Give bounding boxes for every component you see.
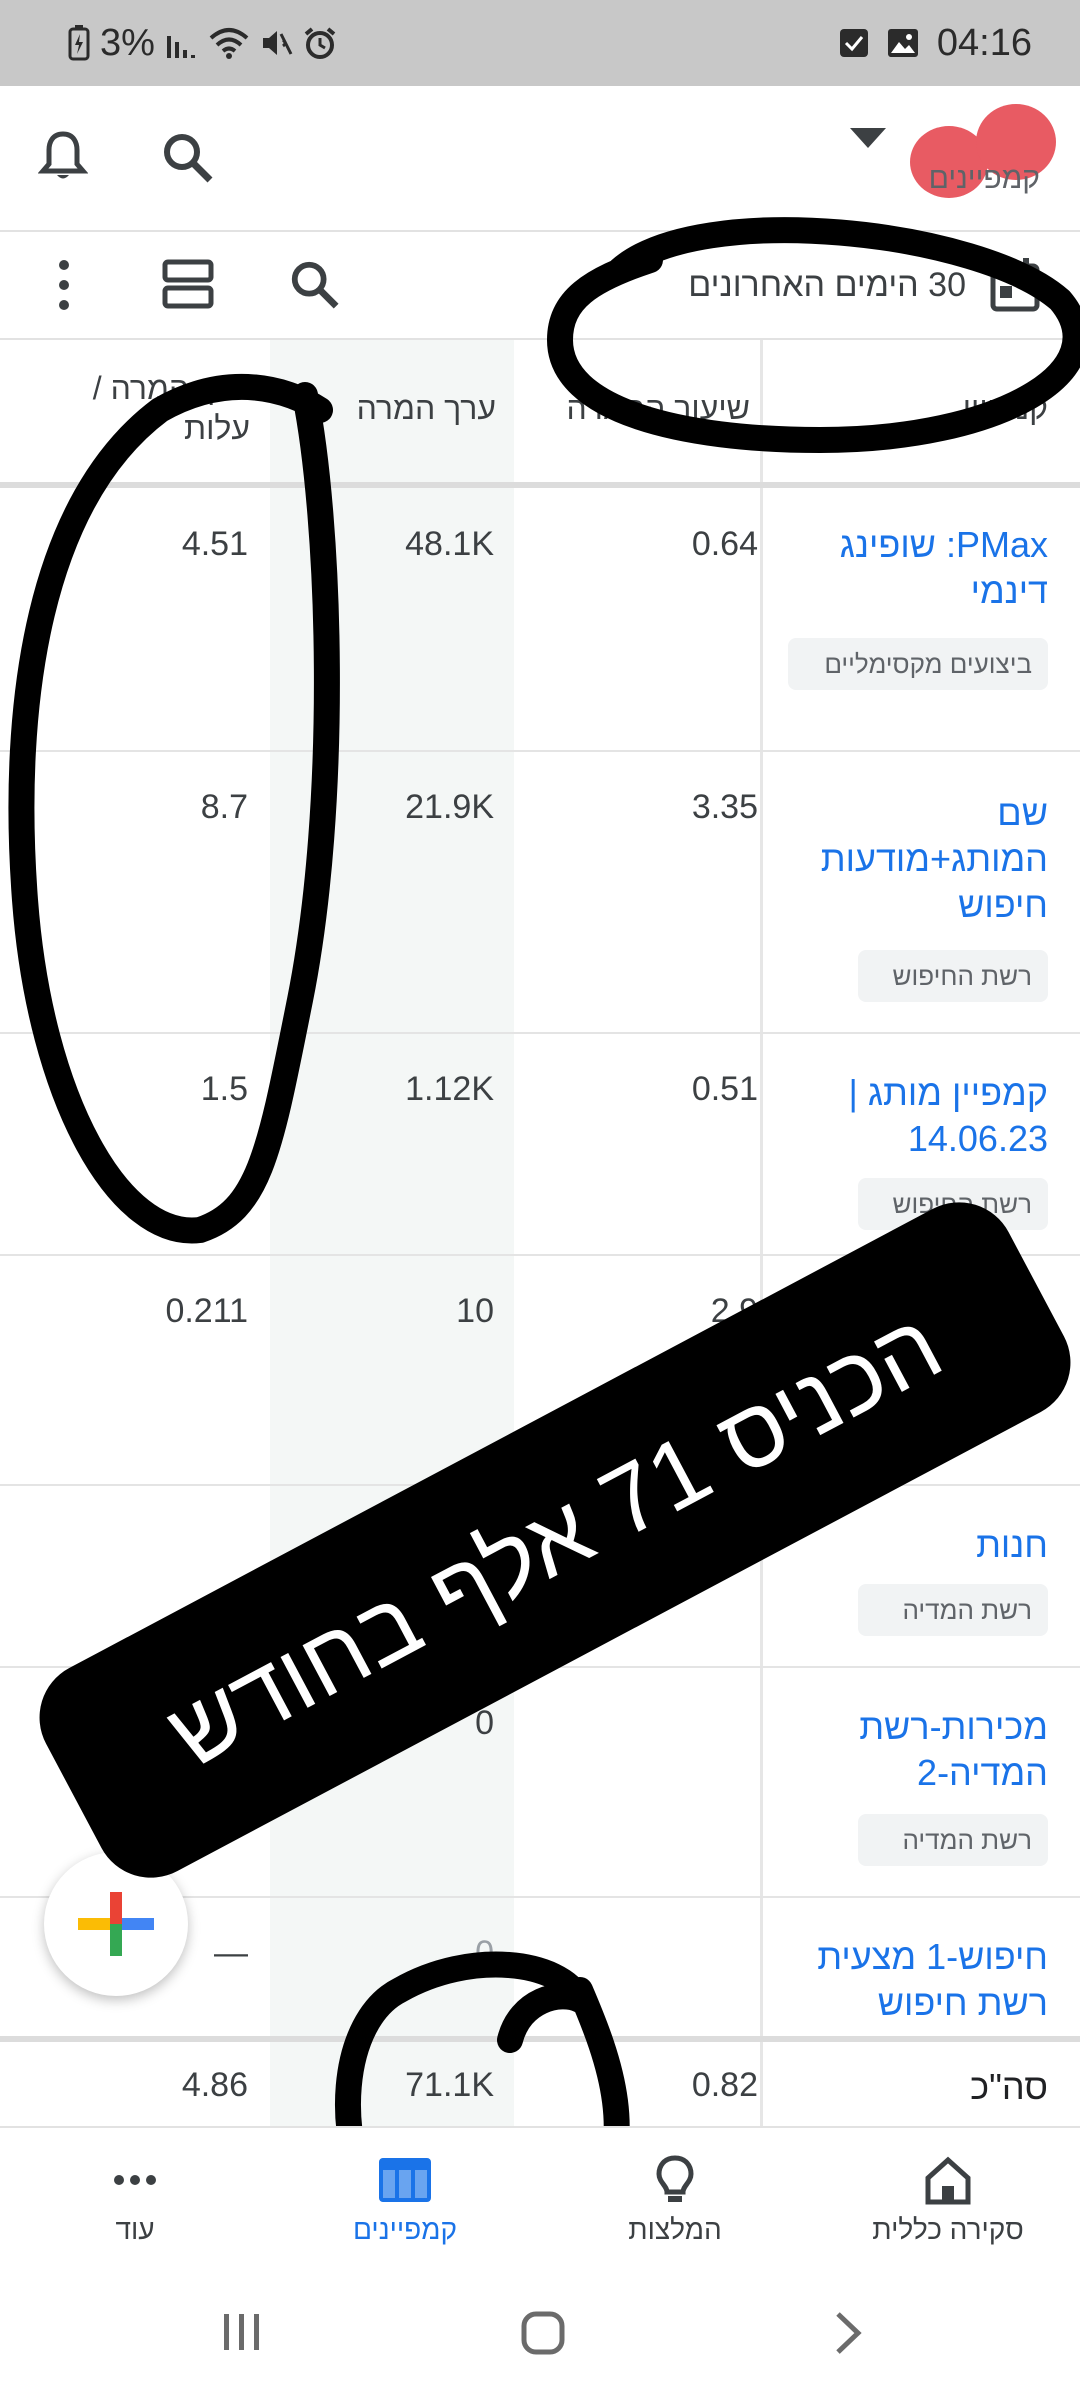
bell-icon[interactable] [38, 128, 88, 184]
row-divider [0, 1666, 1080, 1668]
row-value: 0 [475, 1934, 494, 1972]
add-fab-button[interactable] [44, 1852, 188, 1996]
total-divider [0, 2036, 1080, 2042]
filter-toolbar: 30 הימים האחרונים [0, 232, 1080, 340]
date-range-label: 30 הימים האחרונים [688, 265, 966, 304]
date-range-filter[interactable]: 30 הימים האחרונים [688, 252, 1040, 318]
total-rate: 0.82 [691, 2066, 758, 2104]
signal-icon [166, 36, 195, 58]
nav-overview[interactable]: סקירה כללית [848, 2154, 1048, 2246]
row-divider [0, 1484, 1080, 1486]
mute-icon [262, 31, 293, 55]
system-navigation-bar [0, 2262, 1080, 2400]
row-ratio: 8.7 [200, 788, 248, 826]
row-rate: 2.9 [710, 1292, 758, 1330]
col-header-rate[interactable]: שיעור ההמרה [540, 390, 750, 427]
back-icon[interactable] [828, 2310, 868, 2356]
row-divider [0, 1032, 1080, 1034]
home-system-icon[interactable] [520, 2310, 566, 2356]
row-rate: 0.51 [691, 1070, 758, 1108]
row-rate: 0.64 [691, 525, 758, 563]
row-value: 48.1K [405, 525, 494, 563]
row-value: 21.9K [405, 788, 494, 826]
table-search-icon[interactable] [288, 258, 340, 310]
nav-recommendations[interactable]: המלצות [575, 2154, 775, 2246]
clock: 04:16 [936, 21, 1032, 64]
nav-more-label: עוד [115, 2214, 155, 2245]
calendar-icon [990, 258, 1040, 312]
app-header: קמפיינים [0, 86, 1080, 232]
row-value: 1.12K [405, 1070, 494, 1108]
nav-campaigns[interactable]: קמפיינים [305, 2154, 505, 2246]
campaign-name-link[interactable]: קמפיין מותג | 14.06.23 [790, 1070, 1048, 1162]
bottom-navigation: סקירה כללית המלצות קמפיינים עוד [0, 2126, 1080, 2264]
battery-icon [68, 25, 90, 61]
campaign-name-link[interactable]: PMax: שופינג דינמי [790, 522, 1048, 614]
row-divider [0, 1254, 1080, 1256]
account-dropdown-icon[interactable] [850, 126, 886, 150]
nav-overview-label: סקירה כללית [872, 2214, 1024, 2245]
row-ratio: 0.211 [165, 1292, 248, 1330]
recent-apps-icon[interactable] [220, 2310, 264, 2354]
status-left: 3% [68, 18, 337, 68]
sorted-column-shade [270, 340, 514, 2126]
campaign-type-chip: רשת המדיה [858, 1814, 1048, 1866]
status-bar: 3% 04:16 [0, 0, 1080, 86]
more-vert-icon[interactable] [54, 258, 74, 312]
campaigns-table-icon [379, 2158, 431, 2202]
alarm-icon [304, 27, 336, 59]
col-header-ratio[interactable]: ערך המרה / עלות [40, 368, 250, 448]
wifi-icon [209, 28, 249, 59]
campaign-type-chip: רשת החיפוש [858, 1178, 1048, 1230]
home-icon [925, 2156, 971, 2205]
plus-icon [78, 1892, 154, 1956]
campaign-name-link[interactable]: חנות [790, 1522, 1048, 1568]
header-divider [0, 482, 1080, 488]
page-subtitle: קמפיינים [928, 162, 1040, 195]
col-header-campaign[interactable]: קמפיין [780, 390, 1048, 427]
battery-percent: 3% [100, 21, 155, 64]
image-notification-icon [887, 29, 918, 57]
total-value: 71.1K [405, 2066, 494, 2104]
campaign-name-link[interactable]: מכירות-רשת המדיה-2 [790, 1704, 1048, 1796]
total-label: סה"כ [970, 2066, 1048, 2107]
row-divider [0, 750, 1080, 752]
search-icon[interactable] [160, 130, 214, 184]
sticky-column-divider [760, 340, 763, 2126]
checkbox-notification-icon [839, 29, 868, 57]
row-ratio: 4.51 [181, 525, 248, 563]
row-ratio: 1.5 [200, 1070, 248, 1108]
total-ratio: 4.86 [181, 2066, 248, 2104]
campaign-type-chip: רשת החיפוש [858, 950, 1048, 1002]
row-rate: 3.35 [691, 788, 758, 826]
row-value: 10 [456, 1292, 494, 1330]
status-right: 04:16 [839, 18, 1032, 68]
campaign-type-chip: ביצועים מקסימליים [788, 638, 1048, 690]
campaign-name-link[interactable]: חיפוש-1 מצעית רשת חיפוש [790, 1934, 1048, 2026]
lightbulb-icon [656, 2155, 694, 2202]
nav-campaigns-label: קמפיינים [353, 2214, 457, 2245]
campaign-type-chip: רשת המדיה [858, 1584, 1048, 1636]
nav-more[interactable]: עוד [35, 2154, 235, 2246]
row-value: 0 [475, 1704, 494, 1742]
col-header-value[interactable]: ערך המרה [300, 390, 496, 427]
nav-recommendations-label: המלצות [628, 2214, 722, 2245]
view-layout-icon[interactable] [162, 258, 214, 310]
more-horiz-icon [114, 2175, 156, 2185]
campaign-name-link[interactable]: שם המותג+מודעות חיפוש [790, 790, 1048, 928]
